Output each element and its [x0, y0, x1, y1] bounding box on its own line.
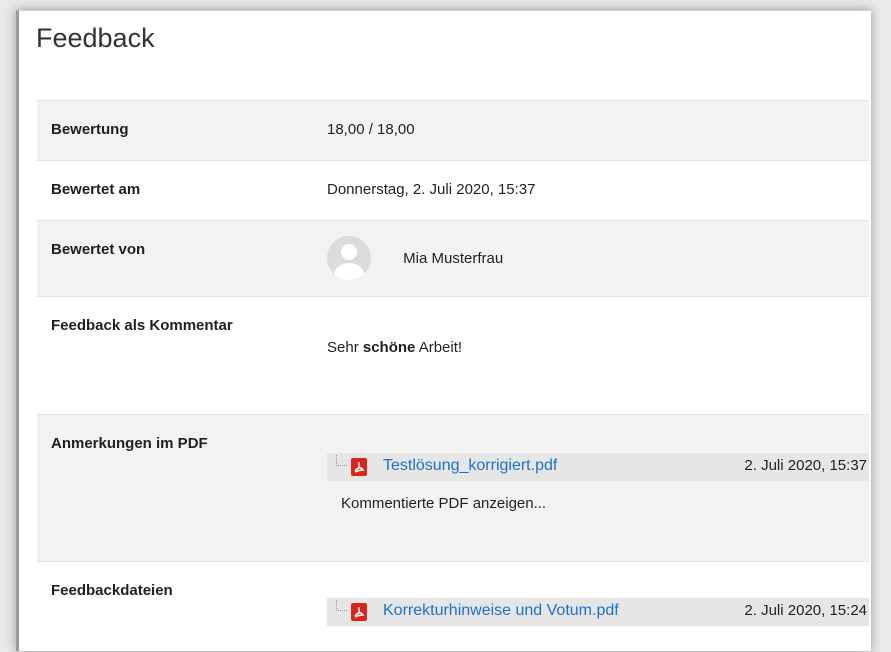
- annotated-pdf-link[interactable]: Testlösung_korrigiert.pdf: [383, 457, 557, 475]
- row-pdf-annotations: Anmerkungen im PDF Testlösung_korrigiert…: [37, 414, 869, 562]
- grade-value: 18,00 / 18,00: [309, 100, 869, 161]
- tree-connector: [336, 600, 347, 611]
- avatar: [327, 236, 371, 280]
- grade-label: Bewertung: [37, 100, 309, 161]
- feedback-comment-text: Sehr schöne Arbeit!: [309, 296, 869, 415]
- tree-connector: [336, 455, 347, 466]
- pdf-icon: [351, 603, 367, 621]
- graded-on-value: Donnerstag, 2. Juli 2020, 15:37: [309, 160, 869, 221]
- page-title: Feedback: [36, 23, 155, 53]
- feedback-file-link[interactable]: Korrekturhinweise und Votum.pdf: [383, 602, 619, 620]
- feedback-panel: Feedback Bewertung 18,00 / 18,00 Bewerte…: [16, 10, 871, 652]
- row-graded-by: Bewertet von Mia Musterfrau: [37, 220, 869, 297]
- graded-by-label: Bewertet von: [37, 220, 309, 297]
- row-feedback-files: Feedbackdateien Korrekturhinweise und Vo…: [37, 561, 869, 652]
- row-feedback-comment: Feedback als Kommentar Sehr schöne Arbei…: [37, 296, 869, 415]
- feedback-table: Bewertung 18,00 / 18,00 Bewertet am Donn…: [37, 100, 869, 652]
- grader-name: Mia Musterfrau: [403, 249, 504, 267]
- pdf-icon: [351, 458, 367, 476]
- view-annotated-pdf-link[interactable]: Kommentierte PDF anzeigen...: [341, 495, 869, 512]
- pdf-annotations-label: Anmerkungen im PDF: [37, 414, 309, 562]
- graded-on-label: Bewertet am: [37, 160, 309, 221]
- row-grade: Bewertung 18,00 / 18,00: [37, 100, 869, 161]
- feedback-files-label: Feedbackdateien: [37, 561, 309, 652]
- annotated-pdf-file: Testlösung_korrigiert.pdf 2. Juli 2020, …: [327, 453, 869, 481]
- annotated-pdf-date: 2. Juli 2020, 15:37: [744, 457, 867, 474]
- feedback-file-date: 2. Juli 2020, 15:24: [744, 602, 867, 619]
- feedback-comment-label: Feedback als Kommentar: [37, 296, 309, 415]
- row-graded-on: Bewertet am Donnerstag, 2. Juli 2020, 15…: [37, 160, 869, 221]
- feedback-file: Korrekturhinweise und Votum.pdf 2. Juli …: [327, 598, 869, 626]
